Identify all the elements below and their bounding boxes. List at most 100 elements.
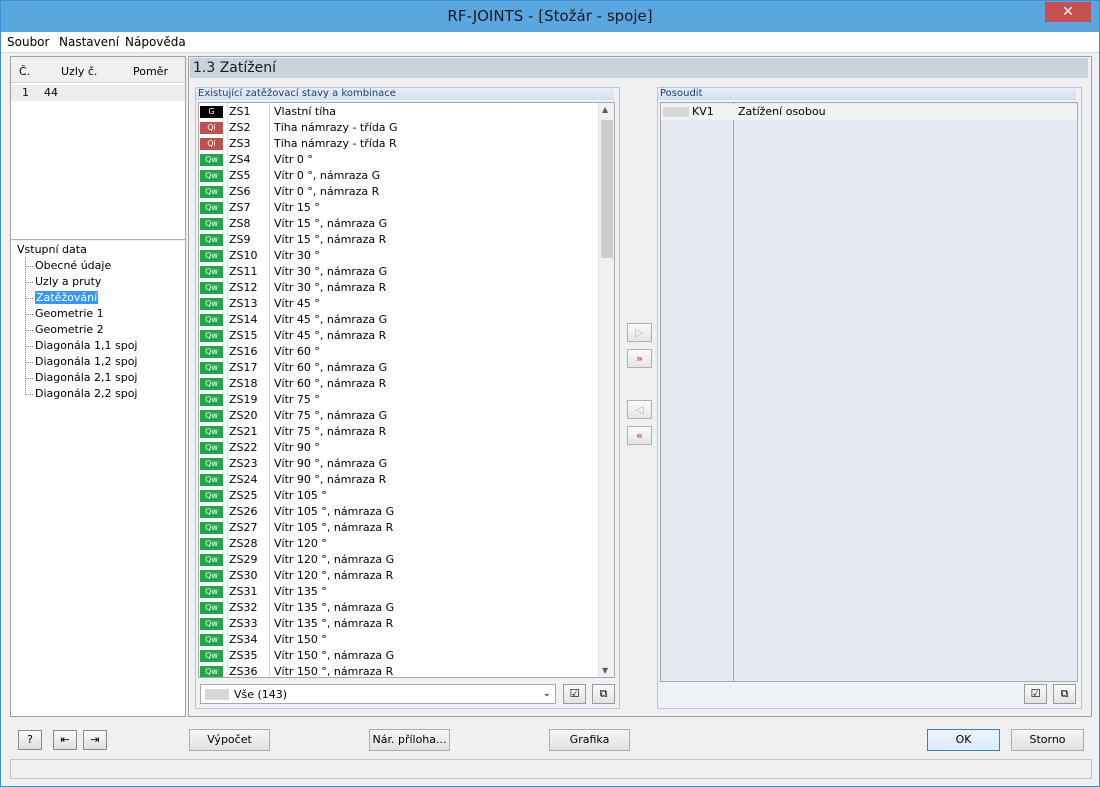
menu-soubor[interactable]: Soubor (7, 35, 49, 49)
list-item[interactable]: Qw ZS34 Vítr 150 ° (199, 632, 599, 648)
list-item[interactable]: Qw ZS12 Vítr 30 °, námraza R (199, 280, 599, 296)
list-item[interactable]: Qw ZS4 Vítr 0 ° (199, 152, 599, 168)
list-item[interactable]: Qi ZS2 Tíha námrazy - třída G (199, 120, 599, 136)
load-type-badge: Qw (200, 234, 223, 246)
list-item[interactable]: Qw ZS20 Vítr 75 °, námraza G (199, 408, 599, 424)
select-all-icon[interactable]: ☑ (1024, 684, 1047, 704)
list-item[interactable]: Qw ZS13 Vítr 45 ° (199, 296, 599, 312)
graphics-button[interactable]: Grafika (549, 729, 630, 751)
select-all-icon[interactable]: ☑ (563, 684, 586, 704)
list-item[interactable]: Qw ZS10 Vítr 30 ° (199, 248, 599, 264)
filter-value: Vše (143) (234, 688, 288, 701)
list-item[interactable]: Qw ZS23 Vítr 90 °, námraza G (199, 456, 599, 472)
invert-selection-icon[interactable]: ⧉ (592, 684, 615, 704)
load-case-desc: Vítr 105 °, námraza G (274, 505, 395, 518)
load-case-id: ZS22 (229, 441, 258, 454)
cancel-button[interactable]: Storno (1011, 729, 1084, 751)
app-window: RF-JOINTS - [Stožár - spoje] ✕ Soubor Na… (0, 0, 1100, 787)
tree-item-diagonala-2-2[interactable]: Diagonála 2,2 spoj (24, 387, 137, 400)
add-all-button[interactable]: » (627, 349, 652, 368)
calculate-button[interactable]: Výpočet (189, 729, 270, 751)
list-item[interactable]: Qw ZS5 Vítr 0 °, námraza G (199, 168, 599, 184)
list-item[interactable]: Qw ZS36 Vítr 150 °, námraza R (199, 664, 599, 677)
close-button[interactable]: ✕ (1045, 2, 1091, 22)
load-case-id: ZS4 (229, 153, 251, 166)
list-item[interactable]: Qw ZS32 Vítr 135 °, námraza G (199, 600, 599, 616)
add-one-button[interactable]: ▷ (627, 323, 652, 342)
list-item[interactable]: Qw ZS8 Vítr 15 °, námraza G (199, 216, 599, 232)
list-item[interactable]: Qw ZS33 Vítr 135 °, námraza R (199, 616, 599, 632)
tree-item-geometrie-2[interactable]: Geometrie 2 (25, 323, 104, 336)
col-ratio-header[interactable]: Poměr (133, 65, 168, 78)
menu-nastaveni[interactable]: Nastavení (59, 35, 119, 49)
scroll-up-icon[interactable]: ▲ (602, 105, 608, 114)
tree-item-obecne-udaje[interactable]: Obecné údaje (24, 259, 111, 272)
tree-item-diagonala-1-2[interactable]: Diagonála 1,2 spoj (24, 355, 137, 368)
list-item[interactable]: G ZS1 Vlastní tíha (199, 104, 599, 120)
tree-item-diagonala-1-1[interactable]: Diagonála 1,1 spoj (24, 339, 137, 352)
load-type-badge: Qw (200, 666, 223, 677)
load-type-badge: Qw (200, 154, 223, 166)
list-item[interactable]: Qw ZS30 Vítr 120 °, námraza R (199, 568, 599, 584)
load-case-list[interactable]: ▲ ▼ G ZS1 Vlastní tíha Qi ZS2 Tíha námrazy - … (198, 102, 615, 678)
import-icon[interactable]: ⇤ (53, 730, 77, 750)
scroll-thumb[interactable] (601, 120, 613, 258)
chevron-down-icon[interactable]: ⌄ (543, 688, 551, 699)
invert-selection-icon[interactable]: ⧉ (1053, 684, 1076, 704)
list-item[interactable]: Qw ZS21 Vítr 75 °, námraza R (199, 424, 599, 440)
load-type-badge: Qw (200, 458, 223, 470)
tree-item-diagonala-2-1[interactable]: Diagonála 2,1 spoj (24, 371, 137, 384)
list-item[interactable]: Qw ZS31 Vítr 135 ° (199, 584, 599, 600)
list-item[interactable]: Qw ZS18 Vítr 60 °, námraza R (199, 376, 599, 392)
list-item[interactable]: Qw ZS6 Vítr 0 °, námraza R (199, 184, 599, 200)
list-item[interactable]: Qw ZS25 Vítr 105 ° (199, 488, 599, 504)
scroll-down-icon[interactable]: ▼ (602, 666, 608, 675)
list-item[interactable]: Qw ZS22 Vítr 90 ° (199, 440, 599, 456)
export-icon[interactable]: ⇥ (83, 730, 107, 750)
list-item[interactable]: Qw ZS24 Vítr 90 °, námraza R (199, 472, 599, 488)
remove-one-button[interactable]: ◁ (627, 400, 652, 419)
filter-dropdown[interactable]: Vše (143) ⌄ (200, 684, 556, 704)
load-case-desc: Vítr 105 °, námraza R (274, 521, 394, 534)
table-row[interactable]: 1 44 (11, 85, 185, 101)
list-item[interactable]: Qw ZS29 Vítr 120 °, námraza G (199, 552, 599, 568)
list-item[interactable]: Qw ZS15 Vítr 45 °, námraza R (199, 328, 599, 344)
ok-button[interactable]: OK (927, 729, 1000, 751)
list-item[interactable]: Qw ZS14 Vítr 45 °, námraza G (199, 312, 599, 328)
remove-all-button[interactable]: « (627, 426, 652, 445)
tree-item-zatezovani[interactable]: Zatěžování (24, 291, 99, 304)
load-case-id: ZS32 (229, 601, 258, 614)
list-item[interactable]: Qw ZS7 Vítr 15 ° (199, 200, 599, 216)
load-case-id: ZS12 (229, 281, 258, 294)
menu-napoveda[interactable]: Nápověda (125, 35, 186, 49)
load-case-desc: Vítr 135 ° (274, 585, 327, 598)
list-item[interactable]: Qw ZS27 Vítr 105 °, námraza R (199, 520, 599, 536)
list-item[interactable]: Qw ZS11 Vítr 30 °, námraza G (199, 264, 599, 280)
load-case-desc: Vítr 75 °, námraza G (274, 409, 388, 422)
load-case-id: ZS26 (229, 505, 258, 518)
list-item[interactable]: Qw ZS26 Vítr 105 °, námraza G (199, 504, 599, 520)
load-type-badge: Qw (200, 298, 223, 310)
list-scrollbar[interactable]: ▲ ▼ (598, 103, 614, 677)
col-nodes-header[interactable]: Uzly č. (61, 65, 97, 78)
list-item[interactable]: Qw ZS9 Vítr 15 °, námraza R (199, 232, 599, 248)
load-case-id: ZS20 (229, 409, 258, 422)
list-item[interactable]: KV1 Zatížení osobou (661, 104, 1077, 120)
col-no-header[interactable]: Č. (19, 65, 30, 78)
national-annex-button[interactable]: Nár. příloha... (369, 729, 450, 751)
tree-item-uzly-a-pruty[interactable]: Uzly a pruty (24, 275, 101, 288)
help-icon[interactable]: ? (18, 730, 42, 750)
tree-root[interactable]: Vstupní data (17, 243, 87, 256)
load-case-desc: Vítr 75 °, námraza R (274, 425, 387, 438)
panel-splitter[interactable] (11, 239, 185, 241)
list-item[interactable]: Qi ZS3 Tíha námrazy - třída R (199, 136, 599, 152)
load-type-badge: Qw (200, 538, 223, 550)
assess-list[interactable]: KV1 Zatížení osobou (660, 102, 1078, 682)
list-item[interactable]: Qw ZS19 Vítr 75 ° (199, 392, 599, 408)
list-item[interactable]: Qw ZS16 Vítr 60 ° (199, 344, 599, 360)
load-type-badge: Qw (200, 282, 223, 294)
list-item[interactable]: Qw ZS35 Vítr 150 °, námraza G (199, 648, 599, 664)
list-item[interactable]: Qw ZS17 Vítr 60 °, námraza G (199, 360, 599, 376)
list-item[interactable]: Qw ZS28 Vítr 120 ° (199, 536, 599, 552)
tree-item-geometrie-1[interactable]: Geometrie 1 (25, 307, 104, 320)
